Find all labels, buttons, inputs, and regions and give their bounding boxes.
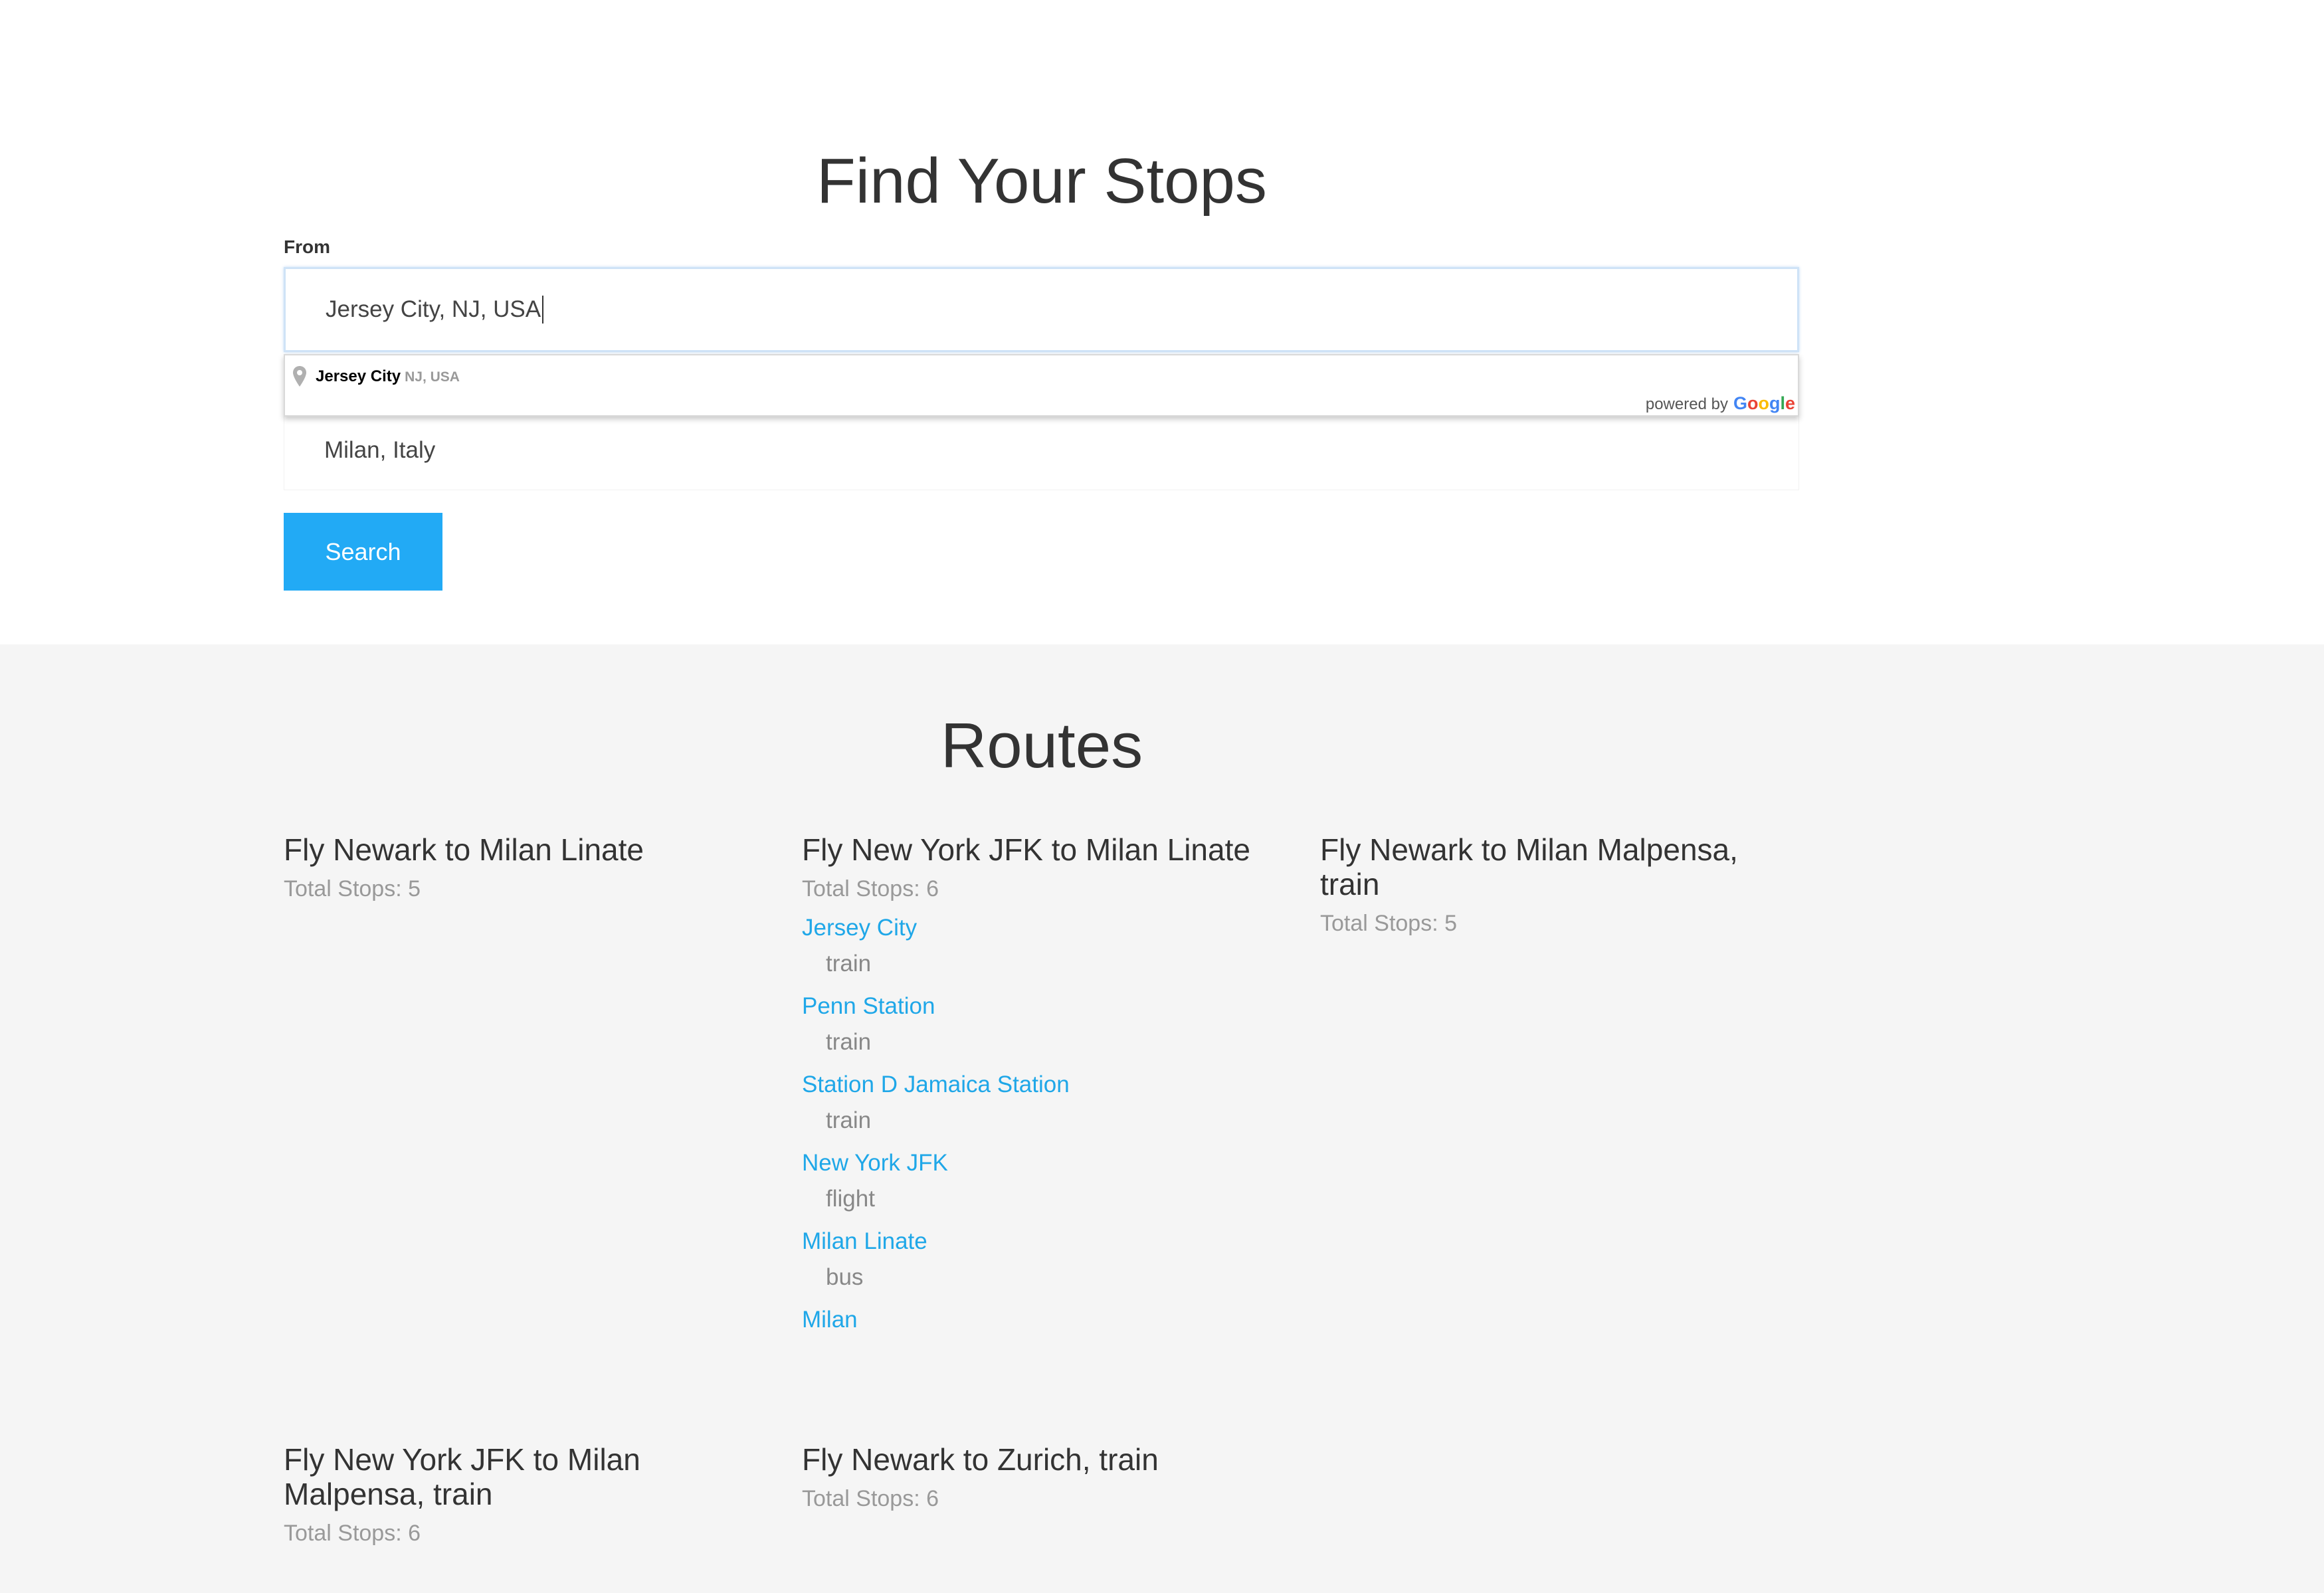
route-total-stops: Total Stops: 6 — [802, 876, 939, 901]
stop-item: Station D Jamaica Station train — [802, 1068, 1287, 1137]
route-card: Fly Newark to Milan Linate Total Stops: … — [284, 832, 769, 902]
search-section: Find Your Stops From Jersey City, NJ, US… — [0, 0, 2324, 644]
stop-link[interactable]: Station D Jamaica Station — [802, 1068, 1287, 1101]
route-title[interactable]: Fly Newark to Zurich, train — [802, 1442, 1287, 1477]
map-pin-icon — [293, 366, 306, 387]
stop-item: Milan — [802, 1303, 1287, 1337]
from-input-value: Jersey City, NJ, USA — [326, 296, 541, 322]
route-card: Fly Newark to Milan Malpensa, train Tota… — [1320, 832, 1805, 937]
stop-link[interactable]: Milan Linate — [802, 1225, 1287, 1258]
route-card: Fly New York JFK to Milan Linate Total S… — [802, 832, 1287, 1337]
route-total-stops: Total Stops: 5 — [284, 876, 421, 901]
page-title: Find Your Stops — [817, 145, 1267, 217]
route-total-stops: Total Stops: 6 — [284, 1521, 421, 1546]
route-title[interactable]: Fly Newark to Milan Linate — [284, 832, 769, 867]
autocomplete-dropdown: Jersey City NJ, USA powered by Google — [284, 354, 1799, 417]
google-logo-letter: G — [1733, 393, 1747, 413]
stop-link[interactable]: Jersey City — [802, 911, 1287, 945]
to-input[interactable]: Milan, Italy — [284, 411, 1799, 490]
stop-item: New York JFK flight — [802, 1147, 1287, 1216]
stop-mode: train — [826, 951, 872, 977]
autocomplete-suggestion[interactable]: Jersey City NJ, USA — [292, 365, 460, 388]
google-logo-letter: e — [1785, 393, 1795, 413]
stop-mode: flight — [826, 1186, 875, 1212]
routes-title: Routes — [940, 710, 1143, 781]
search-button[interactable]: Search — [284, 513, 442, 591]
route-card: Fly New York JFK to Milan Malpensa, trai… — [284, 1442, 769, 1546]
stop-item: Milan Linate bus — [802, 1225, 1287, 1294]
stop-item: Penn Station train — [802, 990, 1287, 1059]
suggestion-main-text: Jersey City — [316, 367, 401, 385]
text-caret — [542, 296, 544, 324]
route-title[interactable]: Fly New York JFK to Milan Linate — [802, 832, 1287, 867]
route-total-stops: Total Stops: 5 — [1320, 911, 1458, 936]
google-logo-letter: o — [1747, 393, 1759, 413]
stop-mode: train — [826, 1107, 872, 1133]
google-logo-letter: l — [1780, 393, 1785, 413]
stop-list: Jersey City train Penn Station train Sta… — [802, 911, 1287, 1337]
stop-item: Jersey City train — [802, 911, 1287, 981]
suggestion-secondary-text: NJ, USA — [405, 369, 460, 385]
stop-link[interactable]: Milan — [802, 1303, 1287, 1337]
route-title[interactable]: Fly New York JFK to Milan Malpensa, trai… — [284, 1442, 769, 1511]
powered-by-google: powered by Google — [1646, 393, 1795, 414]
from-input[interactable]: Jersey City, NJ, USA — [284, 267, 1799, 352]
route-card: Fly Newark to Zurich, train Total Stops:… — [802, 1442, 1287, 1512]
stop-link[interactable]: Penn Station — [802, 990, 1287, 1023]
route-total-stops: Total Stops: 6 — [802, 1486, 939, 1511]
from-label: From — [284, 236, 330, 257]
to-input-value: Milan, Italy — [324, 436, 436, 463]
route-title[interactable]: Fly Newark to Milan Malpensa, train — [1320, 832, 1805, 901]
google-logo: Google — [1733, 393, 1795, 414]
google-logo-letter: g — [1769, 393, 1781, 413]
powered-by-text: powered by — [1645, 395, 1728, 413]
stop-link[interactable]: New York JFK — [802, 1147, 1287, 1180]
stop-mode: bus — [826, 1264, 864, 1290]
stop-mode: train — [826, 1029, 872, 1055]
google-logo-letter: o — [1758, 393, 1769, 413]
routes-section: Routes Fly Newark to Milan Linate Total … — [0, 644, 2324, 1593]
